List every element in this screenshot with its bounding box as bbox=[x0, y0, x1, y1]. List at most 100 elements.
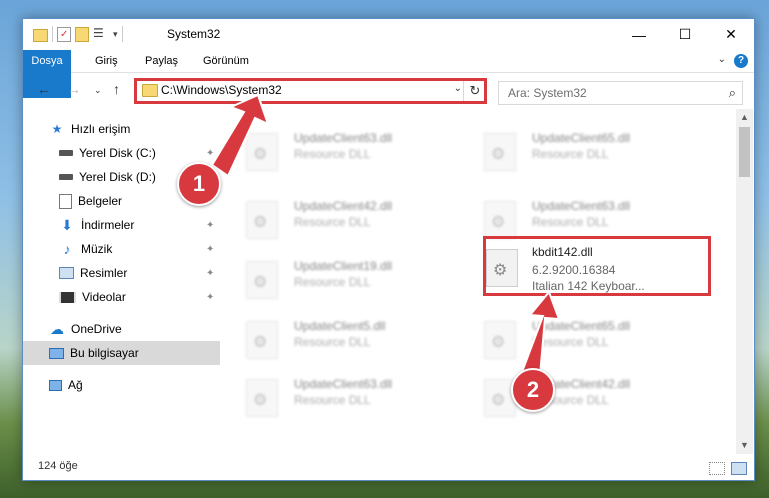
new-folder-icon[interactable] bbox=[75, 26, 89, 42]
list-item[interactable]: UpdateClient5.dll Resource DLL bbox=[236, 313, 456, 361]
pin-icon[interactable]: ✦ bbox=[206, 268, 214, 279]
tab-view[interactable]: Görünüm bbox=[195, 50, 257, 72]
customize-icon[interactable]: ☰ bbox=[93, 26, 109, 42]
dll-file-icon bbox=[246, 321, 278, 359]
sidebar-item-network[interactable]: Ağ bbox=[23, 373, 220, 397]
sidebar-item-videos[interactable]: Videolar ✦ bbox=[23, 285, 220, 309]
pin-icon[interactable]: ✦ bbox=[206, 220, 214, 231]
documents-icon bbox=[59, 193, 72, 209]
close-button[interactable]: ✕ bbox=[708, 19, 754, 50]
videos-icon bbox=[59, 291, 76, 303]
download-icon: ⬇ bbox=[61, 216, 73, 233]
sidebar-item-label: Videolar bbox=[82, 290, 126, 304]
dll-file-icon bbox=[246, 379, 278, 417]
dll-file-icon bbox=[484, 133, 516, 171]
file-description: Resource DLL bbox=[294, 275, 371, 289]
file-name: UpdateClient63.dll bbox=[294, 131, 393, 145]
title-bar: ✓ ☰ ▾ System32 — ☐ ✕ bbox=[23, 19, 754, 50]
list-item[interactable]: UpdateClient19.dll Resource DLL bbox=[236, 253, 456, 301]
search-placeholder: Ara: System32 bbox=[508, 86, 587, 100]
sidebar-item-label: Bu bilgisayar bbox=[70, 346, 139, 360]
up-arrow-icon[interactable]: ↑ bbox=[113, 81, 120, 97]
item-count: 124 öğe bbox=[38, 460, 78, 472]
sidebar-item-label: İndirmeler bbox=[81, 218, 135, 232]
pin-icon[interactable]: ✦ bbox=[206, 292, 214, 303]
dll-file-icon bbox=[484, 321, 516, 359]
file-description: Resource DLL bbox=[532, 335, 609, 349]
sidebar-item-label: Hızlı erişim bbox=[71, 122, 131, 136]
dll-file-icon bbox=[246, 201, 278, 239]
file-description: Resource DLL bbox=[532, 147, 609, 161]
drive-icon bbox=[59, 150, 73, 156]
scroll-down-icon[interactable]: ▼ bbox=[736, 437, 753, 454]
file-name: UpdateClient65.dll bbox=[532, 319, 631, 333]
sidebar-item-label: Belgeler bbox=[78, 194, 123, 208]
help-button[interactable]: ? bbox=[734, 54, 748, 68]
details-view-icon[interactable] bbox=[709, 462, 725, 475]
file-highlight-box bbox=[483, 236, 711, 296]
quick-access-toolbar: ✓ ☰ ▾ bbox=[33, 26, 123, 42]
sidebar-item-label: Müzik bbox=[81, 242, 113, 256]
list-item[interactable]: UpdateClient65.dll Resource DLL bbox=[474, 313, 694, 361]
pictures-icon bbox=[59, 267, 74, 279]
recent-locations-icon[interactable]: ⌄ bbox=[94, 85, 102, 96]
tiles-view-icon[interactable] bbox=[731, 462, 747, 475]
list-item[interactable]: UpdateClient42.dll Resource DLL bbox=[474, 371, 694, 419]
sidebar-item-downloads[interactable]: ⬇ İndirmeler ✦ bbox=[23, 213, 220, 237]
list-item[interactable]: UpdateClient42.dll Resource DLL bbox=[236, 193, 456, 241]
ribbon-tabs: Dosya Giriş Paylaş Görünüm ⌄ ? bbox=[23, 50, 754, 98]
sidebar-item-pictures[interactable]: Resimler ✦ bbox=[23, 261, 220, 285]
folder-icon bbox=[33, 29, 48, 42]
pin-icon[interactable]: ✦ bbox=[206, 244, 214, 255]
search-input[interactable]: Ara: System32 ⌕ bbox=[498, 81, 743, 105]
sidebar-item-onedrive[interactable]: ☁ OneDrive bbox=[23, 317, 220, 341]
scroll-up-icon[interactable]: ▲ bbox=[736, 109, 753, 126]
sidebar-item-music[interactable]: ♪ Müzik ✦ bbox=[23, 237, 220, 261]
file-name: UpdateClient5.dll bbox=[294, 319, 386, 333]
list-item[interactable]: UpdateClient63.dll Resource DLL bbox=[474, 193, 694, 241]
pin-icon[interactable]: ✦ bbox=[206, 148, 214, 159]
file-description: Resource DLL bbox=[294, 393, 371, 407]
divider bbox=[121, 26, 123, 42]
file-description: Resource DLL bbox=[294, 335, 371, 349]
file-name: UpdateClient63.dll bbox=[294, 377, 393, 391]
sidebar-item-quick-access[interactable]: ★ Hızlı erişim bbox=[23, 117, 220, 141]
list-item[interactable]: UpdateClient65.dll Resource DLL bbox=[474, 125, 694, 173]
file-name: UpdateClient19.dll bbox=[294, 259, 393, 273]
step-marker-2: 2 bbox=[511, 368, 555, 412]
divider bbox=[52, 26, 53, 42]
tab-home[interactable]: Giriş bbox=[87, 50, 126, 72]
sidebar-item-this-pc[interactable]: Bu bilgisayar bbox=[23, 341, 220, 365]
back-arrow-icon[interactable]: ← bbox=[37, 81, 51, 97]
list-item[interactable]: UpdateClient63.dll Resource DLL bbox=[236, 371, 456, 419]
sidebar-item-label: OneDrive bbox=[71, 322, 122, 336]
sidebar-item-disk-c[interactable]: Yerel Disk (C:) ✦ bbox=[23, 141, 220, 165]
window-title: System32 bbox=[167, 27, 221, 41]
properties-icon[interactable]: ✓ bbox=[57, 26, 71, 42]
file-description: Resource DLL bbox=[294, 215, 371, 229]
tab-share[interactable]: Paylaş bbox=[137, 50, 186, 72]
step-marker-1: 1 bbox=[177, 162, 221, 206]
file-name: UpdateClient65.dll bbox=[532, 131, 631, 145]
list-item[interactable]: UpdateClient63.dll Resource DLL bbox=[236, 125, 456, 173]
maximize-button[interactable]: ☐ bbox=[662, 19, 708, 50]
minimize-button[interactable]: — bbox=[616, 19, 662, 50]
file-description: Resource DLL bbox=[532, 215, 609, 229]
forward-arrow-icon[interactable]: → bbox=[67, 81, 81, 97]
file-name: UpdateClient63.dll bbox=[532, 199, 631, 213]
computer-icon bbox=[49, 347, 64, 359]
sidebar-item-label: Resimler bbox=[80, 266, 128, 280]
dll-file-icon bbox=[246, 133, 278, 171]
sidebar-item-label: Yerel Disk (D:) bbox=[79, 170, 156, 184]
vertical-scrollbar[interactable]: ▲ ▼ bbox=[736, 109, 753, 454]
music-icon: ♪ bbox=[63, 241, 71, 257]
explorer-window: ✓ ☰ ▾ System32 — ☐ ✕ Dosya Giriş Paylaş … bbox=[22, 18, 755, 481]
file-description: Resource DLL bbox=[294, 147, 371, 161]
search-icon[interactable]: ⌕ bbox=[729, 85, 736, 101]
sidebar-item-label: Yerel Disk (C:) bbox=[79, 146, 156, 160]
sidebar-item-label: Ağ bbox=[68, 378, 83, 392]
expand-ribbon-icon[interactable]: ⌄ bbox=[718, 54, 726, 65]
scrollbar-thumb[interactable] bbox=[739, 127, 750, 177]
cloud-icon: ☁ bbox=[50, 320, 64, 337]
chevron-down-icon[interactable]: ▾ bbox=[113, 29, 118, 40]
